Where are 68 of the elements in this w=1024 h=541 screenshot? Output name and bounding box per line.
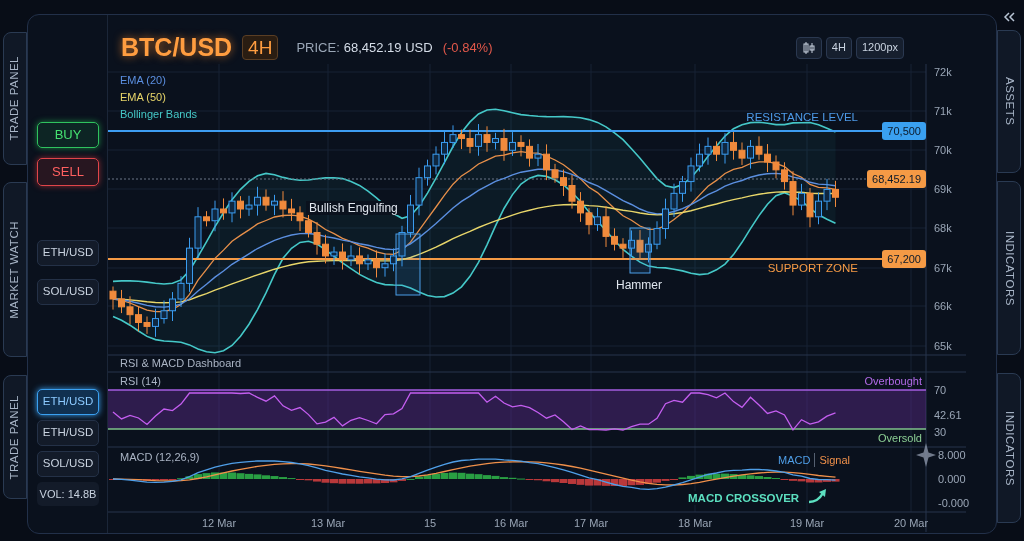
volume-label: VOL: 14.8B — [37, 482, 99, 506]
panel-title: MACD (12,26,9) — [120, 450, 200, 464]
axis-label: 12 Mar — [201, 516, 237, 530]
sell-button[interactable]: SELL — [37, 158, 99, 186]
resistance-label: RESISTANCE LEVEL — [746, 110, 858, 124]
pattern-label: Bullish Engulfing — [306, 201, 401, 215]
symbol-title: BTC/USD — [121, 35, 233, 60]
price-change: (-0.84%) — [442, 38, 493, 57]
toolbar-button[interactable]: 4H — [825, 36, 852, 59]
symbol-button[interactable]: SOL/USD — [37, 451, 99, 477]
side-tab[interactable]: ASSETS — [997, 30, 1021, 173]
crossover-label: MACD CROSSOVER — [686, 491, 802, 505]
axis-label: 15 — [423, 516, 437, 530]
axis-label: 0.000 — [938, 472, 966, 486]
axis-label: 69k — [934, 182, 952, 196]
highlight-box — [629, 227, 651, 274]
toolbar-button[interactable]: 1200px — [855, 36, 904, 59]
section-title: RSI & MACD Dashboard — [120, 356, 242, 370]
price-badge: 68,452.19 — [867, 170, 926, 188]
candlestick-icon — [801, 40, 816, 55]
side-tab[interactable]: MARKET WATCH — [3, 182, 27, 357]
price-badge: 67,200 — [882, 250, 926, 268]
arrow-icon — [808, 488, 828, 504]
axis-label: 42.61 — [934, 408, 962, 422]
axis-label: 16 Mar — [493, 516, 529, 530]
axis-label: 18 Mar — [677, 516, 713, 530]
price-value: 68,452.19 USD — [343, 38, 433, 57]
axis-label: 66k — [934, 299, 952, 313]
axis-label: -0.000 — [938, 496, 970, 510]
legend-label: Bollinger Bands — [120, 107, 198, 122]
axis-label: 19 Mar — [789, 516, 825, 530]
legend-label: EMA (50) — [120, 90, 167, 105]
overbought-label: Overbought — [864, 374, 922, 388]
legend-label: Signal — [819, 453, 850, 467]
legend-label: EMA (20) — [120, 73, 167, 88]
panel-title: RSI (14) — [120, 374, 161, 388]
chart-type-button[interactable] — [795, 36, 822, 59]
axis-label: 17 Mar — [573, 516, 609, 530]
axis-label: 20 Mar — [893, 516, 929, 530]
side-tab[interactable]: TRADE PANEL — [3, 32, 27, 165]
highlight-box — [395, 233, 421, 296]
symbol-button[interactable]: ETH/USD — [37, 240, 99, 266]
price-badge: 70,500 — [882, 122, 926, 140]
axis-label: 13 Mar — [310, 516, 346, 530]
axis-label: 70 — [934, 383, 947, 397]
buy-button[interactable]: BUY — [37, 122, 99, 148]
axis-label: 65k — [934, 339, 952, 353]
side-tab[interactable]: INDICATORS — [997, 181, 1021, 355]
legend-label: MACD — [778, 453, 816, 467]
axis-label: 71k — [934, 104, 952, 118]
timeframe-badge: 4H — [242, 34, 279, 61]
axis-label: 8.000 — [938, 448, 966, 462]
oversold-label: Oversold — [877, 431, 922, 445]
symbol-button[interactable]: ETH/USD — [37, 389, 99, 415]
support-label: SUPPORT ZONE — [767, 261, 858, 275]
price-label: PRICE: — [296, 38, 340, 57]
axis-label: 70k — [934, 143, 952, 157]
symbol-button[interactable]: SOL/USD — [37, 279, 99, 305]
pattern-label: Hammer — [613, 278, 665, 292]
axis-label: 30 — [934, 425, 947, 439]
sparkle-icon — [916, 443, 936, 467]
side-tab[interactable]: INDICATORS — [997, 373, 1021, 523]
side-tab[interactable]: TRADE PANEL — [3, 375, 27, 499]
axis-label: 72k — [934, 65, 952, 79]
axis-label: 67k — [934, 261, 952, 275]
collapse-icon — [1003, 12, 1015, 22]
axis-label: 68k — [934, 221, 952, 235]
symbol-button[interactable]: ETH/USD — [37, 420, 99, 446]
